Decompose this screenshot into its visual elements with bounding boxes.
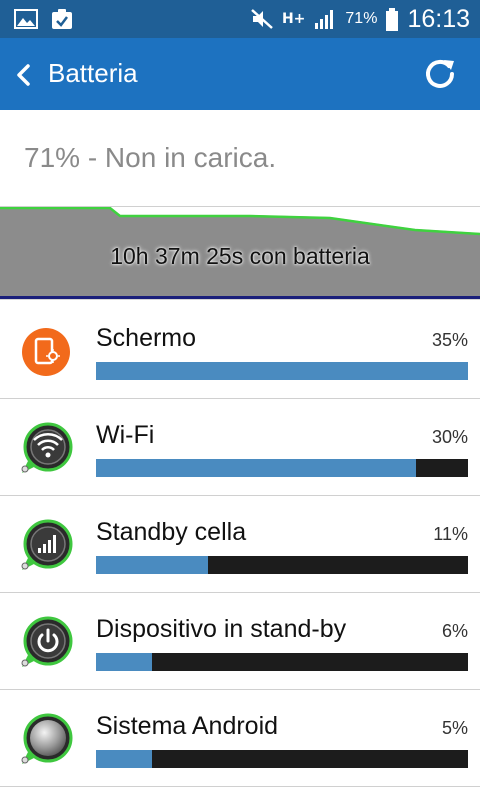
usage-bar-fill: [96, 362, 468, 380]
usage-percent: 6%: [441, 621, 468, 641]
android-system-icon: [18, 712, 74, 768]
usage-bar: [96, 653, 468, 671]
battery-icon: [385, 8, 399, 31]
action-bar: Batteria: [0, 38, 480, 110]
usage-name: Wi-Fi: [96, 421, 155, 449]
usage-list: Schermo 35% Wi-Fi 30% Standby cella 11% …: [0, 302, 480, 787]
usage-bar: [96, 556, 468, 574]
network-type-indicator: H+: [281, 11, 306, 27]
list-item-sistema-android[interactable]: Sistema Android 5%: [0, 690, 480, 787]
gallery-icon: [14, 8, 38, 30]
usage-bar-fill: [96, 750, 152, 768]
usage-bar-fill: [96, 556, 208, 574]
divider: [0, 296, 480, 300]
battery-percent-text: 71%: [345, 10, 378, 27]
clipboard-check-icon: [50, 8, 74, 30]
page-title: Batteria: [48, 58, 138, 88]
signal-strength-icon: [313, 8, 337, 30]
usage-percent: 11%: [433, 524, 468, 544]
screen-brightness-icon: [18, 324, 74, 380]
graph-label: 10h 37m 25s con batteria: [110, 243, 370, 269]
wifi-icon: [18, 421, 74, 477]
list-item-dispositivo-stand-by[interactable]: Dispositivo in stand-by 6%: [0, 593, 480, 690]
usage-name: Schermo: [96, 324, 197, 352]
clock: 16:13: [407, 4, 470, 33]
usage-percent: 30%: [431, 427, 468, 447]
list-item-schermo[interactable]: Schermo 35%: [0, 302, 480, 399]
power-icon: [18, 615, 74, 671]
battery-history-graph[interactable]: 10h 37m 25s con batteria: [0, 206, 480, 296]
cell-signal-icon: [18, 518, 74, 574]
usage-bar-fill: [96, 459, 416, 477]
battery-status-text: 71% - Non in carica.: [24, 142, 277, 173]
usage-bar: [96, 362, 468, 380]
system-status-icons: H+ 71% 16:13: [250, 4, 470, 34]
back-icon[interactable]: [8, 58, 42, 92]
mute-icon: [250, 8, 274, 30]
usage-bar: [96, 750, 468, 768]
list-item-standby-cella[interactable]: Standby cella 11%: [0, 496, 480, 593]
usage-name: Sistema Android: [96, 712, 279, 740]
notification-icons: [14, 8, 74, 30]
usage-percent: 35%: [431, 330, 468, 350]
usage-percent: 5%: [441, 718, 468, 738]
list-item-wifi[interactable]: Wi-Fi 30%: [0, 399, 480, 496]
status-bar: H+ 71% 16:13: [0, 0, 480, 38]
usage-name: Standby cella: [96, 518, 247, 546]
usage-bar-fill: [96, 653, 152, 671]
usage-bar: [96, 459, 468, 477]
refresh-icon[interactable]: [422, 56, 458, 92]
usage-name: Dispositivo in stand-by: [96, 615, 347, 643]
